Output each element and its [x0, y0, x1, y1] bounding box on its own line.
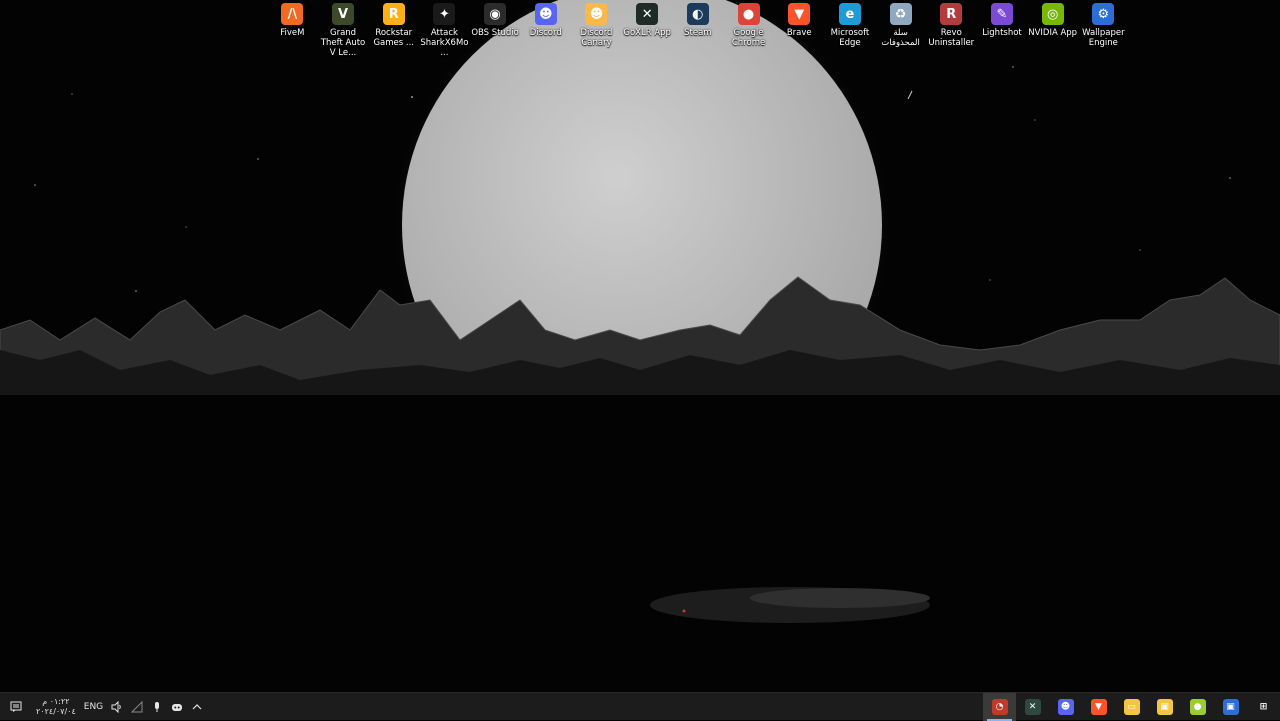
taskbar: ٠١:٢٢ م ٢٠٢٤/٠٧/٠٤ ENG ◔ ✕ ☻ ▼ ▭ ▣ ● ▣ ⊞ — [0, 692, 1280, 721]
tennis-ball-task-icon: ● — [1189, 699, 1206, 715]
discord-icon: ☻ — [534, 3, 557, 25]
microsoft-store-task-icon: ▣ — [1156, 699, 1173, 715]
chrome-icon: ● — [737, 3, 760, 25]
steam-icon: ◐ — [686, 3, 709, 25]
desktop-wallpaper — [0, 0, 1280, 692]
goxlr-task-icon: ✕ — [1024, 699, 1041, 715]
desktop-icon-discord[interactable]: ☻ Discord — [520, 3, 571, 58]
desktop-icon-wallpaper-engine[interactable]: ⚙ Wallpaper Engine — [1078, 3, 1129, 58]
taskbar-apps: ◔ ✕ ☻ ▼ ▭ ▣ ● ▣ ⊞ — [983, 693, 1280, 721]
desktop-icon-label: Wallpaper Engine — [1082, 28, 1125, 48]
microphone-icon[interactable] — [151, 701, 163, 713]
desktop-icon-recycle-bin[interactable]: ♻ سلة المحذوفات — [875, 3, 926, 58]
brave-icon: ▼ — [788, 3, 811, 25]
gta-v-icon: V — [332, 3, 355, 25]
revo-uninstaller-icon: R — [940, 3, 963, 25]
remote-desktop-task-icon: ▣ — [1222, 699, 1239, 715]
desktop-icon-label: Discord — [529, 28, 562, 38]
desktop-icon-goxlr[interactable]: ✕ GoXLR App — [622, 3, 673, 58]
brave-task-icon: ▼ — [1090, 699, 1107, 715]
volume-icon[interactable] — [111, 701, 123, 713]
desktop-icon-discord-canary[interactable]: ☻ Discord Canary — [571, 3, 622, 58]
desktop-icon-label: GoXLR App — [623, 28, 671, 38]
goxlr-task-button[interactable]: ✕ — [1016, 693, 1049, 721]
discord-task-icon: ☻ — [1057, 699, 1074, 715]
start-menu-button[interactable]: ⊞ — [1247, 693, 1280, 721]
tennis-ball-task-button[interactable]: ● — [1181, 693, 1214, 721]
obs-icon: ◉ — [484, 3, 507, 25]
lightshot-icon: ✎ — [990, 3, 1013, 25]
desktop-icon-label: Steam — [684, 28, 712, 38]
desktop-icon-label: Brave — [786, 28, 812, 38]
attack-shark-icon: ✦ — [433, 3, 456, 25]
desktop-icon-grid: /\ FiveM V Grand Theft Auto V Le... R Rocksta… — [267, 3, 1129, 58]
wallpaper-engine-icon: ⚙ — [1092, 3, 1115, 25]
desktop-icon-label: Revo Uninstaller — [928, 28, 975, 48]
goxlr-icon: ✕ — [636, 3, 659, 25]
desktop-icon-label: سلة المحذوفات — [881, 28, 920, 48]
desktop-icon-brave[interactable]: ▼ Brave — [774, 3, 825, 58]
fivem-icon: /\ — [281, 3, 304, 25]
desktop-icon-label: OBS Studio — [471, 28, 519, 38]
remote-desktop-task-button[interactable]: ▣ — [1214, 693, 1247, 721]
microsoft-store-task-button[interactable]: ▣ — [1148, 693, 1181, 721]
grass-silhouette — [650, 587, 930, 623]
desktop-icon-label: FiveM — [280, 28, 305, 38]
rockstar-icon: R — [382, 3, 405, 25]
file-explorer-task-icon: ▭ — [1123, 699, 1140, 715]
desktop-icon-lightshot[interactable]: ✎ Lightshot — [977, 3, 1028, 58]
brave-task-button[interactable]: ▼ — [1082, 693, 1115, 721]
desktop-icon-label: Lightshot — [982, 28, 1022, 38]
chevron-up-icon[interactable] — [191, 701, 203, 713]
desktop-icon-chrome[interactable]: ● Google Chrome — [723, 3, 774, 58]
desktop-icon-label: Attack SharkX6Mo... — [420, 28, 469, 58]
desktop-icon-label: NVIDIA App — [1028, 28, 1078, 38]
file-explorer-task-button[interactable]: ▭ — [1115, 693, 1148, 721]
desktop-icon-fivem[interactable]: /\ FiveM — [267, 3, 318, 58]
desktop-icon-label: Google Chrome — [731, 28, 766, 48]
clock[interactable]: ٠١:٢٢ م ٢٠٢٤/٠٧/٠٤ — [36, 697, 76, 717]
language-indicator[interactable]: ENG — [84, 702, 103, 712]
edge-icon: e — [838, 3, 861, 25]
desktop-icon-label: Grand Theft Auto V Le... — [320, 28, 366, 58]
recycle-bin-icon: ♻ — [889, 3, 912, 25]
desktop-icon-label: Microsoft Edge — [830, 28, 870, 48]
desktop-icon-label: Discord Canary — [580, 28, 613, 48]
lightshot-task-button[interactable]: ◔ — [983, 693, 1016, 721]
system-tray: ٠١:٢٢ م ٢٠٢٤/٠٧/٠٤ ENG — [10, 693, 203, 721]
desktop-icon-gta-v[interactable]: V Grand Theft Auto V Le... — [318, 3, 369, 58]
network-icon[interactable] — [131, 701, 143, 713]
desktop-icon-attack-shark[interactable]: ✦ Attack SharkX6Mo... — [419, 3, 470, 58]
clock-time: ٠١:٢٢ م — [42, 697, 70, 706]
discord-tray-icon[interactable] — [171, 701, 183, 713]
desktop-icon-obs[interactable]: ◉ OBS Studio — [470, 3, 521, 58]
desktop-icon-rockstar[interactable]: R Rockstar Games ... — [368, 3, 419, 58]
discord-canary-icon: ☻ — [585, 3, 608, 25]
lightshot-task-icon: ◔ — [991, 699, 1008, 715]
desktop-icon-steam[interactable]: ◐ Steam — [673, 3, 724, 58]
start-menu-icon: ⊞ — [1255, 699, 1272, 715]
clock-date: ٢٠٢٤/٠٧/٠٤ — [36, 707, 76, 716]
desktop-icon-edge[interactable]: e Microsoft Edge — [825, 3, 876, 58]
desktop-icon-nvidia[interactable]: ◎ NVIDIA App — [1027, 3, 1078, 58]
desktop-icon-revo-uninstaller[interactable]: R Revo Uninstaller — [926, 3, 977, 58]
notification-center-icon[interactable] — [10, 701, 22, 713]
desktop-icon-label: Rockstar Games ... — [373, 28, 414, 48]
nvidia-icon: ◎ — [1041, 3, 1064, 25]
discord-task-button[interactable]: ☻ — [1049, 693, 1082, 721]
